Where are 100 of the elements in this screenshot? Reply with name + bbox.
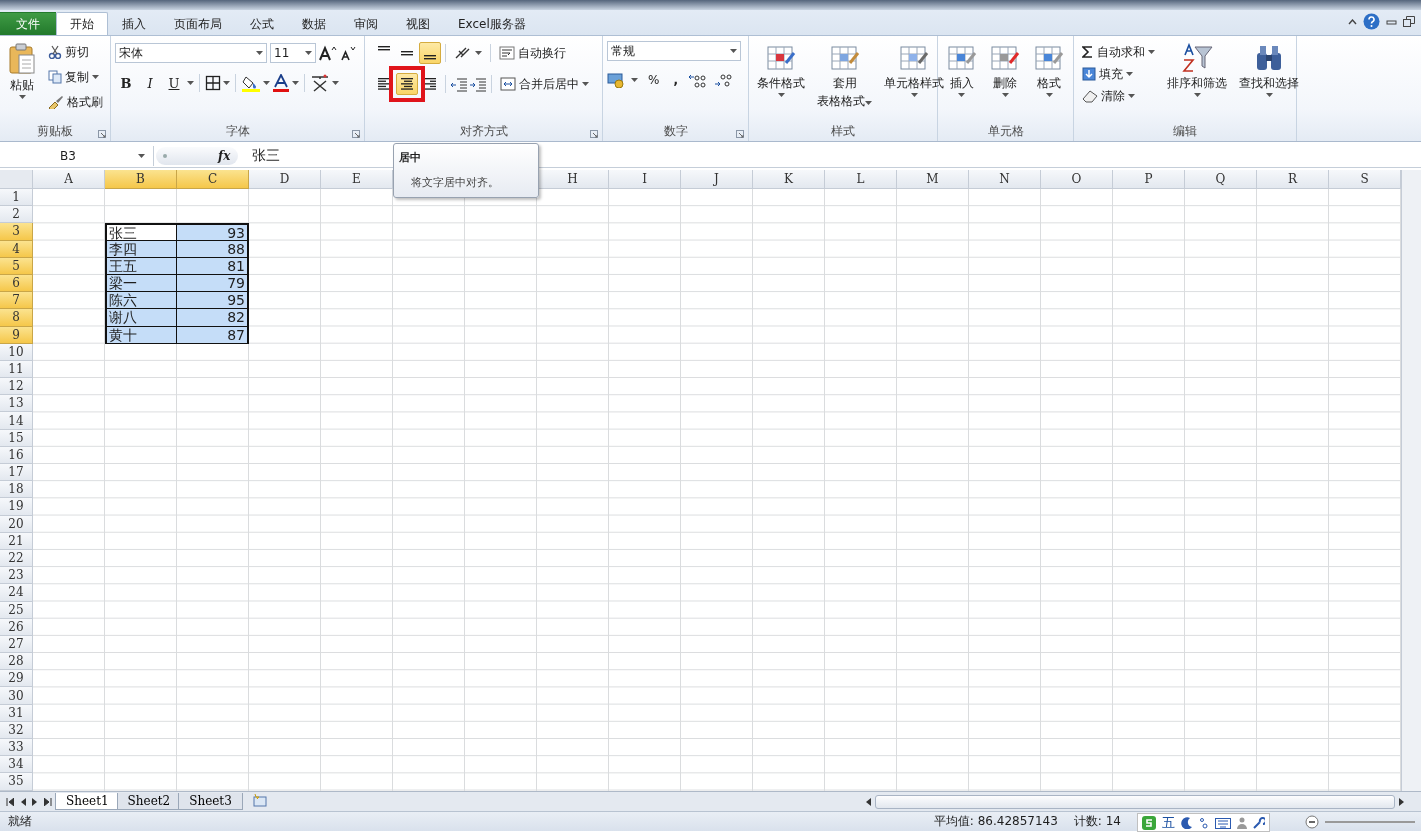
- italic-button[interactable]: I: [139, 72, 161, 94]
- style-button[interactable]: 条件格式: [753, 41, 809, 121]
- sheet-tab[interactable]: Sheet3: [178, 793, 243, 810]
- column-header[interactable]: O: [1041, 170, 1113, 189]
- clear-button[interactable]: 清除: [1078, 85, 1159, 107]
- first-sheet-icon[interactable]: [6, 797, 14, 806]
- ribbon-tab[interactable]: 公式: [236, 12, 288, 35]
- person-icon[interactable]: [1237, 816, 1247, 829]
- vertical-scrollbar[interactable]: [1401, 170, 1421, 791]
- column-header[interactable]: J: [681, 170, 753, 189]
- bold-button[interactable]: B: [115, 72, 137, 94]
- ribbon-tab[interactable]: Excel服务器: [444, 12, 540, 35]
- keyboard-icon[interactable]: [1215, 816, 1231, 829]
- input-mode-label[interactable]: 五: [1162, 813, 1175, 832]
- name-box[interactable]: B3: [0, 146, 154, 166]
- moon-icon[interactable]: [1181, 816, 1193, 829]
- row-header[interactable]: 2: [0, 206, 33, 224]
- align-center-button[interactable]: [396, 73, 418, 95]
- style-button[interactable]: 单元格样式: [880, 41, 948, 121]
- column-header[interactable]: R: [1257, 170, 1329, 189]
- number-format-field[interactable]: 常规: [607, 41, 741, 61]
- sort-filter-button[interactable]: 排序和筛选: [1163, 41, 1231, 121]
- previous-sheet-icon[interactable]: [20, 797, 26, 806]
- last-sheet-icon[interactable]: [44, 797, 52, 806]
- cells-button[interactable]: 格式: [1030, 41, 1069, 121]
- column-header[interactable]: M: [897, 170, 969, 189]
- dialog-launcher-icon[interactable]: [736, 130, 744, 138]
- scroll-left-icon[interactable]: [865, 797, 871, 806]
- row-header[interactable]: 8: [0, 309, 33, 327]
- fill-color-icon[interactable]: [241, 74, 261, 92]
- column-header[interactable]: A: [33, 170, 105, 189]
- row-header[interactable]: 12: [0, 378, 33, 396]
- percent-button[interactable]: %: [644, 69, 664, 91]
- cut-button[interactable]: 剪切: [44, 41, 107, 63]
- row-header[interactable]: 3: [0, 223, 33, 241]
- increase-indent-icon[interactable]: [469, 76, 487, 92]
- row-header[interactable]: 17: [0, 464, 33, 482]
- ribbon-tab[interactable]: 插入: [108, 12, 160, 35]
- row-header[interactable]: 30: [0, 687, 33, 705]
- shrink-font-icon[interactable]: [340, 45, 356, 61]
- row-header[interactable]: 14: [0, 412, 33, 430]
- column-header[interactable]: B: [105, 170, 177, 189]
- borders-icon[interactable]: [205, 75, 221, 91]
- column-header[interactable]: D: [249, 170, 321, 189]
- restore-icon[interactable]: [1403, 16, 1415, 27]
- paste-button[interactable]: 粘贴: [4, 41, 40, 121]
- row-header[interactable]: 34: [0, 756, 33, 774]
- column-header[interactable]: E: [321, 170, 393, 189]
- align-bottom-button[interactable]: [419, 42, 441, 64]
- autosum-button[interactable]: 自动求和: [1078, 41, 1159, 63]
- dialog-launcher-icon[interactable]: [98, 130, 106, 138]
- currency-icon[interactable]: [607, 72, 625, 88]
- column-header[interactable]: K: [753, 170, 825, 189]
- merge-center-button[interactable]: 合并后居中: [496, 73, 593, 95]
- row-header[interactable]: 7: [0, 292, 33, 310]
- row-header[interactable]: 24: [0, 584, 33, 602]
- chevron-up-icon[interactable]: [1348, 18, 1357, 25]
- font-name-field[interactable]: 宋体: [115, 43, 267, 63]
- comma-style-button[interactable]: ,: [669, 69, 682, 91]
- wrap-text-button[interactable]: 自动换行: [495, 42, 570, 64]
- row-header[interactable]: 23: [0, 567, 33, 585]
- increase-decimal-icon[interactable]: [687, 72, 708, 88]
- minimize-icon[interactable]: [1386, 17, 1397, 26]
- ribbon-tab[interactable]: 审阅: [340, 12, 392, 35]
- row-header[interactable]: 35: [0, 773, 33, 791]
- ribbon-tab[interactable]: 页面布局: [160, 12, 236, 35]
- zoom-out-icon[interactable]: [1305, 815, 1319, 829]
- decrease-indent-icon[interactable]: [450, 76, 468, 92]
- style-button[interactable]: 套用 表格格式: [813, 41, 876, 121]
- dialog-launcher-icon[interactable]: [352, 130, 360, 138]
- find-select-button[interactable]: 查找和选择: [1235, 41, 1303, 121]
- copy-button[interactable]: 复制: [44, 66, 107, 88]
- cells-button[interactable]: 删除: [986, 41, 1025, 121]
- punctuation-icon[interactable]: [1199, 816, 1209, 829]
- scroll-right-icon[interactable]: [1399, 797, 1405, 806]
- row-header[interactable]: 18: [0, 481, 33, 499]
- help-icon[interactable]: [1363, 13, 1380, 30]
- font-color-icon[interactable]: [272, 74, 290, 92]
- phonetic-guide-icon[interactable]: [310, 74, 330, 92]
- column-header[interactable]: C: [177, 170, 249, 189]
- underline-button[interactable]: U: [163, 72, 185, 94]
- row-header[interactable]: 29: [0, 670, 33, 688]
- column-header[interactable]: H: [537, 170, 609, 189]
- horizontal-scrollbar[interactable]: [865, 794, 1405, 809]
- formula-field[interactable]: 张三: [240, 147, 280, 165]
- column-header[interactable]: Q: [1185, 170, 1257, 189]
- input-method-logo-icon[interactable]: [1142, 815, 1156, 830]
- column-header[interactable]: S: [1329, 170, 1401, 189]
- row-header[interactable]: 19: [0, 498, 33, 516]
- decrease-decimal-icon[interactable]: [713, 72, 734, 88]
- ribbon-tab[interactable]: 视图: [392, 12, 444, 35]
- row-header[interactable]: 13: [0, 395, 33, 413]
- row-header[interactable]: 28: [0, 653, 33, 671]
- ribbon-tab[interactable]: 文件: [0, 12, 56, 35]
- column-header[interactable]: I: [609, 170, 681, 189]
- column-header[interactable]: P: [1113, 170, 1185, 189]
- grow-font-icon[interactable]: [319, 45, 337, 61]
- sheet-tab[interactable]: Sheet1: [55, 793, 120, 810]
- insert-function-button[interactable]: fx: [218, 149, 231, 163]
- column-header[interactable]: L: [825, 170, 897, 189]
